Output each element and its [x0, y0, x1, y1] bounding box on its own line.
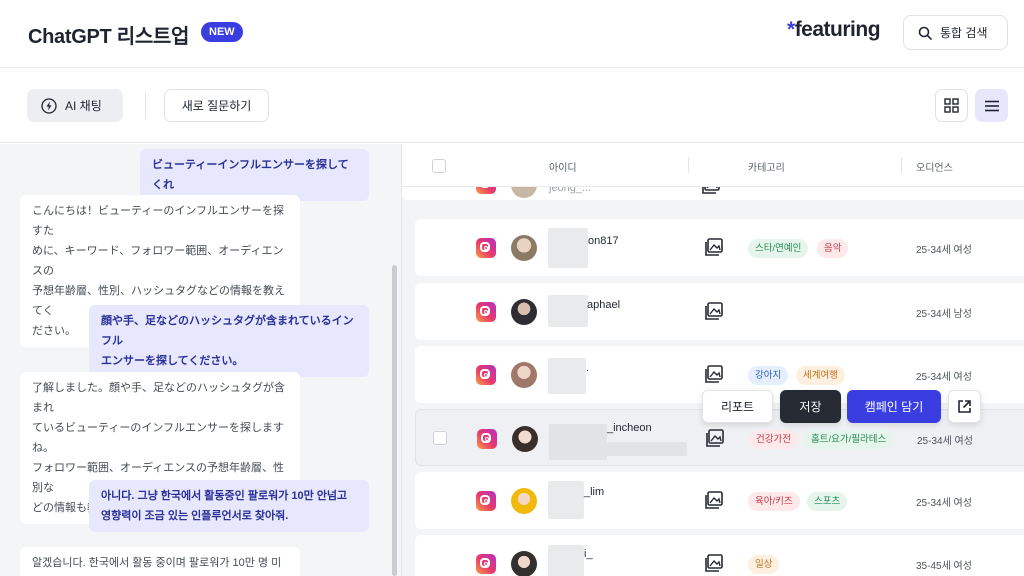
- category-tag: 건강가전: [749, 430, 798, 449]
- chat-scrollbar[interactable]: [392, 265, 397, 576]
- table-row[interactable]: _lim 육아/키즈 스포츠 25-34세 여성: [415, 472, 1024, 529]
- audience-info: 25-34세 여성: [916, 498, 972, 509]
- ai-chat-button[interactable]: AI 채팅: [27, 89, 123, 122]
- chat-message-user: ビューティーインフルエンサーを探してくれ: [140, 149, 369, 201]
- select-all-checkbox[interactable]: [432, 159, 446, 173]
- open-external-button[interactable]: [948, 390, 981, 423]
- image-icon[interactable]: [705, 365, 723, 383]
- influencer-table: 아이디 카테고리 오디언스 jeong_... on817 스타/연예인 음악 …: [402, 144, 1024, 576]
- category-tag: 음악: [817, 239, 849, 258]
- blurred-name: [548, 228, 588, 268]
- page-title: ChatGPT 리스트업: [28, 26, 190, 48]
- instagram-icon: [476, 302, 496, 322]
- influencer-handle[interactable]: i_: [584, 548, 593, 560]
- blurred-name: [548, 358, 586, 394]
- ai-chat-label: AI 채팅: [65, 99, 102, 113]
- row-checkbox[interactable]: [433, 431, 447, 445]
- instagram-icon: [476, 491, 496, 511]
- instagram-icon: [476, 365, 496, 385]
- add-to-campaign-button[interactable]: 캠페인 담기: [847, 390, 941, 423]
- table-row[interactable]: i_ 일상 35-45세 여성: [415, 535, 1024, 576]
- image-icon[interactable]: [705, 491, 723, 509]
- audience-info: 25-34세 여성: [916, 245, 972, 256]
- external-link-icon: [958, 400, 971, 413]
- grid-icon: [944, 98, 959, 113]
- new-question-button[interactable]: 새로 질문하기: [164, 89, 269, 122]
- category-tag: 스타/연예인: [748, 239, 809, 258]
- category-tag: 스포츠: [807, 492, 848, 511]
- save-button[interactable]: 저장: [780, 390, 841, 423]
- image-icon[interactable]: [706, 429, 724, 447]
- blurred-name: [549, 424, 607, 460]
- app-header: ChatGPT 리스트업 NEW *featuring 통합 검색: [0, 0, 1024, 68]
- category-tag: 강아지: [748, 366, 789, 385]
- influencer-handle[interactable]: _lim: [584, 486, 604, 498]
- avatar: [512, 426, 538, 452]
- audience-info: 35-45세 여성: [916, 561, 972, 572]
- image-icon[interactable]: [705, 238, 723, 256]
- column-divider: [901, 157, 902, 173]
- instagram-icon: [477, 429, 497, 449]
- grid-view-button[interactable]: [935, 89, 968, 122]
- instagram-icon: [476, 554, 496, 574]
- new-badge: NEW: [201, 22, 243, 42]
- search-icon: [918, 26, 932, 40]
- blurred-name: [548, 545, 584, 576]
- report-button[interactable]: 리포트: [702, 390, 773, 423]
- instagram-icon: [476, 238, 496, 258]
- table-row[interactable]: aphael 25-34세 남성: [415, 283, 1024, 340]
- avatar: [511, 299, 537, 325]
- column-divider: [688, 157, 689, 173]
- chat-message-user: 아니다. 그냥 한국에서 활동중인 팔로워가 10만 안넘고 영향력이 조금 있…: [89, 480, 369, 532]
- global-search-label: 통합 검색: [940, 26, 988, 40]
- toolbar: AI 채팅 새로 질문하기: [0, 69, 1024, 143]
- chat-message-user: 顔や手、足などのハッシュタグが含まれているインフル エンサーを探してください。: [89, 305, 369, 377]
- category-tag: 홈트/요가/필라테스: [804, 430, 894, 449]
- blurred-name: [607, 442, 687, 456]
- influencer-handle[interactable]: aphael: [587, 299, 620, 311]
- audience-info: 25-34세 여성: [916, 372, 972, 383]
- blurred-name: [548, 295, 588, 327]
- blurred-name: [548, 481, 584, 519]
- chat-message-bot: 알겠습니다. 한국에서 활동 중이며 팔로워가 10만 명 미: [20, 547, 300, 576]
- column-header-category[interactable]: 카테고리: [748, 159, 785, 174]
- audience-info: 25-34세 남성: [916, 309, 972, 320]
- category-tag: 일상: [748, 555, 780, 574]
- lightning-icon: [41, 97, 57, 114]
- toolbar-divider: [145, 93, 146, 119]
- column-header-id[interactable]: 아이디: [549, 159, 577, 174]
- table-header: 아이디 카테고리 오디언스: [402, 144, 1024, 187]
- avatar: [511, 362, 537, 388]
- avatar: [511, 235, 537, 261]
- audience-info: 25-34세 여성: [917, 436, 973, 447]
- list-icon: [984, 100, 999, 111]
- table-row[interactable]: on817 스타/연예인 음악 25-34세 여성: [415, 219, 1024, 276]
- avatar: [511, 488, 537, 514]
- column-header-audience[interactable]: 오디언스: [916, 159, 953, 174]
- image-icon[interactable]: [705, 554, 723, 572]
- influencer-handle[interactable]: .: [586, 362, 589, 374]
- category-tag: 세계여행: [796, 366, 845, 385]
- influencer-handle[interactable]: _incheon: [607, 422, 652, 434]
- featuring-logo[interactable]: *featuring: [787, 18, 881, 42]
- chat-panel: ビューティーインフルエンサーを探してくれ こんにちは！ビューティーのインフルエン…: [0, 144, 402, 576]
- avatar: [511, 551, 537, 576]
- list-view-button[interactable]: [975, 89, 1008, 122]
- global-search-button[interactable]: 통합 검색: [903, 15, 1008, 50]
- influencer-handle[interactable]: on817: [588, 235, 619, 247]
- image-icon[interactable]: [705, 302, 723, 320]
- category-tag: 육아/키즈: [748, 492, 800, 511]
